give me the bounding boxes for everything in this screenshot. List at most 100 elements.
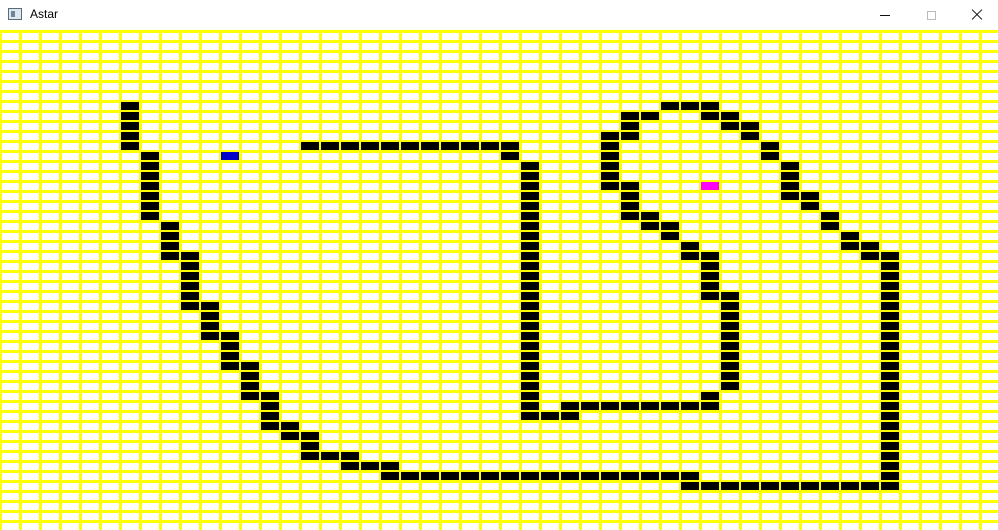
wall-cell[interactable] [741, 122, 759, 130]
wall-cell[interactable] [701, 482, 719, 490]
wall-cell[interactable] [421, 142, 439, 150]
wall-cell[interactable] [881, 462, 899, 470]
wall-cell[interactable] [521, 392, 539, 400]
wall-cell[interactable] [461, 472, 479, 480]
minimize-button[interactable] [862, 0, 908, 30]
wall-cell[interactable] [841, 242, 859, 250]
wall-cell[interactable] [521, 222, 539, 230]
wall-cell[interactable] [881, 352, 899, 360]
wall-cell[interactable] [541, 472, 559, 480]
wall-cell[interactable] [441, 472, 459, 480]
wall-cell[interactable] [621, 182, 639, 190]
start-cell[interactable] [221, 152, 239, 160]
wall-cell[interactable] [141, 182, 159, 190]
wall-cell[interactable] [881, 442, 899, 450]
wall-cell[interactable] [781, 162, 799, 170]
wall-cell[interactable] [341, 142, 359, 150]
wall-cell[interactable] [521, 232, 539, 240]
wall-cell[interactable] [561, 402, 579, 410]
wall-cell[interactable] [341, 462, 359, 470]
wall-cell[interactable] [121, 132, 139, 140]
wall-cell[interactable] [301, 432, 319, 440]
wall-cell[interactable] [321, 452, 339, 460]
wall-cell[interactable] [621, 402, 639, 410]
wall-cell[interactable] [141, 202, 159, 210]
wall-cell[interactable] [641, 212, 659, 220]
wall-cell[interactable] [521, 412, 539, 420]
wall-cell[interactable] [361, 142, 379, 150]
wall-cell[interactable] [741, 132, 759, 140]
wall-cell[interactable] [721, 342, 739, 350]
wall-cell[interactable] [881, 322, 899, 330]
wall-cell[interactable] [761, 152, 779, 160]
wall-cell[interactable] [701, 402, 719, 410]
wall-cell[interactable] [721, 382, 739, 390]
wall-cell[interactable] [241, 382, 259, 390]
wall-cell[interactable] [881, 482, 899, 490]
wall-cell[interactable] [581, 402, 599, 410]
wall-cell[interactable] [701, 392, 719, 400]
wall-cell[interactable] [521, 272, 539, 280]
wall-cell[interactable] [721, 112, 739, 120]
wall-cell[interactable] [881, 392, 899, 400]
wall-cell[interactable] [501, 152, 519, 160]
wall-cell[interactable] [521, 162, 539, 170]
wall-cell[interactable] [881, 292, 899, 300]
wall-cell[interactable] [261, 402, 279, 410]
wall-cell[interactable] [721, 312, 739, 320]
wall-cell[interactable] [681, 402, 699, 410]
wall-cell[interactable] [181, 282, 199, 290]
wall-cell[interactable] [721, 322, 739, 330]
wall-cell[interactable] [641, 472, 659, 480]
wall-cell[interactable] [521, 322, 539, 330]
wall-cell[interactable] [401, 472, 419, 480]
wall-cell[interactable] [401, 142, 419, 150]
wall-cell[interactable] [181, 262, 199, 270]
wall-cell[interactable] [601, 132, 619, 140]
wall-cell[interactable] [781, 192, 799, 200]
wall-cell[interactable] [301, 442, 319, 450]
wall-cell[interactable] [261, 412, 279, 420]
wall-cell[interactable] [301, 452, 319, 460]
wall-cell[interactable] [721, 482, 739, 490]
wall-cell[interactable] [521, 332, 539, 340]
wall-cell[interactable] [781, 182, 799, 190]
wall-cell[interactable] [721, 362, 739, 370]
wall-cell[interactable] [501, 142, 519, 150]
wall-cell[interactable] [141, 212, 159, 220]
wall-cell[interactable] [601, 142, 619, 150]
wall-cell[interactable] [161, 242, 179, 250]
wall-cell[interactable] [641, 112, 659, 120]
wall-cell[interactable] [861, 242, 879, 250]
wall-cell[interactable] [421, 472, 439, 480]
wall-cell[interactable] [881, 272, 899, 280]
wall-cell[interactable] [521, 352, 539, 360]
wall-cell[interactable] [581, 472, 599, 480]
wall-cell[interactable] [701, 112, 719, 120]
wall-cell[interactable] [621, 202, 639, 210]
wall-cell[interactable] [761, 482, 779, 490]
wall-cell[interactable] [701, 272, 719, 280]
wall-cell[interactable] [161, 222, 179, 230]
wall-cell[interactable] [521, 382, 539, 390]
wall-cell[interactable] [121, 122, 139, 130]
wall-cell[interactable] [881, 332, 899, 340]
wall-cell[interactable] [121, 112, 139, 120]
wall-cell[interactable] [221, 342, 239, 350]
wall-cell[interactable] [521, 182, 539, 190]
wall-cell[interactable] [621, 122, 639, 130]
wall-cell[interactable] [281, 422, 299, 430]
wall-cell[interactable] [601, 152, 619, 160]
wall-cell[interactable] [881, 342, 899, 350]
wall-cell[interactable] [521, 472, 539, 480]
wall-cell[interactable] [621, 112, 639, 120]
wall-cell[interactable] [481, 142, 499, 150]
wall-cell[interactable] [261, 392, 279, 400]
wall-cell[interactable] [821, 482, 839, 490]
wall-cell[interactable] [501, 472, 519, 480]
wall-cell[interactable] [621, 212, 639, 220]
wall-cell[interactable] [121, 142, 139, 150]
grid-svg[interactable] [0, 30, 998, 530]
wall-cell[interactable] [181, 272, 199, 280]
wall-cell[interactable] [721, 292, 739, 300]
